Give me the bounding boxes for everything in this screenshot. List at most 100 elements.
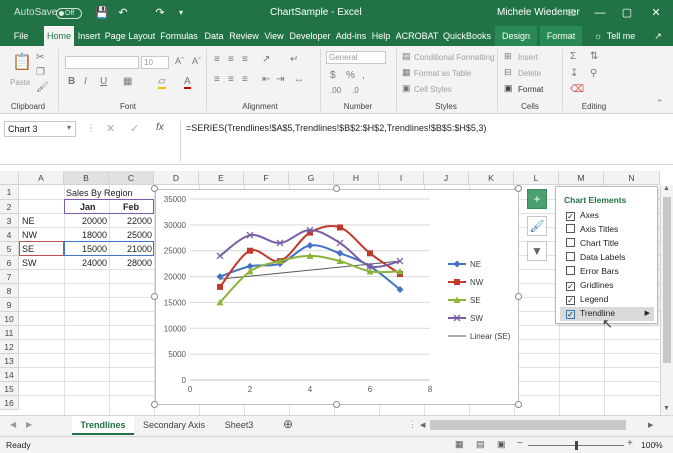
row-header-9[interactable]: 9 xyxy=(0,298,19,312)
accounting-format-icon[interactable]: $ xyxy=(330,70,336,81)
chart-elements-button[interactable]: + xyxy=(527,189,547,209)
column-header-l[interactable]: L xyxy=(514,171,559,185)
checkbox-icon[interactable] xyxy=(566,266,575,275)
tab-view[interactable]: View xyxy=(262,26,286,46)
row-header-12[interactable]: 12 xyxy=(0,340,19,354)
cancel-entry-icon[interactable]: ✕ xyxy=(106,122,115,135)
checkbox-icon[interactable] xyxy=(566,252,575,261)
sheet-tab-sheet3[interactable]: Sheet3 xyxy=(218,416,260,435)
checkbox-icon[interactable]: ✓ xyxy=(566,282,575,291)
row-header-16[interactable]: 16 xyxy=(0,396,19,410)
column-header-m[interactable]: M xyxy=(559,171,604,185)
sheet-title[interactable]: Sales By Region xyxy=(66,186,133,200)
zoom-in-icon[interactable]: + xyxy=(627,438,633,449)
row-header-10[interactable]: 10 xyxy=(0,312,19,326)
number-format-box[interactable]: General xyxy=(326,51,386,64)
wrap-text-icon[interactable]: ↵ xyxy=(290,54,298,65)
tab-split-handle-icon[interactable]: ⋮ xyxy=(408,419,417,430)
orientation-icon[interactable]: ↗ xyxy=(262,54,270,65)
prev-sheet-icon[interactable]: ◀ xyxy=(10,420,16,429)
align-middle-icon[interactable]: ≡ xyxy=(228,54,234,65)
tell-me-search[interactable]: Tell me xyxy=(604,26,638,46)
tab-acrobat[interactable]: ACROBAT xyxy=(394,26,440,46)
tab-file[interactable]: File xyxy=(6,26,36,46)
ribbon-display-icon[interactable]: □ xyxy=(562,4,582,22)
option-legend[interactable]: ✓ Legend xyxy=(566,294,608,305)
row-header-1[interactable]: 1 xyxy=(0,185,19,200)
zoom-out-icon[interactable]: − xyxy=(517,438,523,449)
value-ne-jan[interactable]: 20000 xyxy=(82,214,107,228)
font-name-box[interactable] xyxy=(65,56,139,69)
increase-indent-icon[interactable]: ⇥ xyxy=(276,74,284,85)
align-right-icon[interactable]: ≡ xyxy=(242,74,248,85)
value-ne-feb[interactable]: 22000 xyxy=(127,214,152,228)
vertical-scrollbar[interactable]: ▲ ▼ xyxy=(660,185,673,415)
tab-design[interactable]: Design xyxy=(495,26,537,46)
insert-function-icon[interactable]: fx xyxy=(156,122,164,133)
resize-handle[interactable] xyxy=(515,185,522,192)
save-icon[interactable]: 💾 xyxy=(92,4,112,22)
align-center-icon[interactable]: ≡ xyxy=(228,74,234,85)
column-header-h[interactable]: H xyxy=(334,171,379,185)
tab-add-ins[interactable]: Add-ins xyxy=(334,26,368,46)
undo-icon[interactable]: ↶ xyxy=(113,4,133,22)
format-painter-icon[interactable]: 🖌 xyxy=(36,82,49,93)
value-nw-jan[interactable]: 18000 xyxy=(82,228,107,242)
option-chart-title[interactable]: Chart Title xyxy=(566,238,619,248)
new-sheet-icon[interactable]: ⊕ xyxy=(283,417,293,431)
header-jan[interactable]: Jan xyxy=(80,200,96,214)
row-header-14[interactable]: 14 xyxy=(0,368,19,382)
next-sheet-icon[interactable]: ▶ xyxy=(26,420,32,429)
column-header-k[interactable]: K xyxy=(469,171,514,185)
name-box[interactable]: Chart 3 xyxy=(4,121,76,137)
region-sw[interactable]: SW xyxy=(22,256,37,270)
resize-handle[interactable] xyxy=(151,293,158,300)
decrease-indent-icon[interactable]: ⇤ xyxy=(262,74,270,85)
column-header-f[interactable]: F xyxy=(244,171,289,185)
resize-handle[interactable] xyxy=(151,401,158,408)
option-axes[interactable]: ✓ Axes xyxy=(566,210,599,221)
column-header-c[interactable]: C xyxy=(109,171,154,185)
option-data-labels[interactable]: Data Labels xyxy=(566,252,625,262)
align-top-icon[interactable]: ≡ xyxy=(214,54,220,65)
conditional-formatting-button[interactable]: Conditional Formatting xyxy=(414,53,494,62)
column-header-j[interactable]: J xyxy=(424,171,469,185)
bold-icon[interactable]: B xyxy=(68,76,75,87)
clear-icon[interactable]: ⌫ xyxy=(570,84,584,95)
column-header-i[interactable]: I xyxy=(379,171,424,185)
row-header-15[interactable]: 15 xyxy=(0,382,19,396)
row-header-4[interactable]: 4 xyxy=(0,228,19,242)
horizontal-scroll-thumb[interactable] xyxy=(430,420,626,430)
paste-icon[interactable]: 📋 xyxy=(12,52,32,72)
option-axis-titles[interactable]: Axis Titles xyxy=(566,224,618,234)
share-icon[interactable]: ↗ xyxy=(650,26,666,46)
autosave-toggle[interactable]: Off xyxy=(56,8,82,19)
tab-data[interactable]: Data xyxy=(202,26,226,46)
grow-font-icon[interactable]: Aˆ xyxy=(175,56,184,66)
autosum-icon[interactable]: Σ xyxy=(570,51,576,62)
resize-handle[interactable] xyxy=(333,185,340,192)
column-header-a[interactable]: A xyxy=(19,171,64,185)
tab-developer[interactable]: Developer xyxy=(288,26,332,46)
font-size-box[interactable]: 10 xyxy=(141,56,169,69)
zoom-level[interactable]: 100% xyxy=(641,440,663,450)
scroll-up-icon[interactable]: ▲ xyxy=(663,185,670,192)
paste-label[interactable]: Paste xyxy=(10,78,30,87)
row-header-11[interactable]: 11 xyxy=(0,326,19,340)
option-gridlines[interactable]: ✓ Gridlines xyxy=(566,280,614,291)
column-header-b[interactable]: B xyxy=(64,171,109,185)
merge-center-icon[interactable]: ↔ xyxy=(294,74,304,85)
column-header-n[interactable]: N xyxy=(604,171,660,185)
delete-cells-button[interactable]: Delete xyxy=(518,69,541,78)
format-cells-button[interactable]: Format xyxy=(518,85,543,94)
customize-qat-icon[interactable]: ▾ xyxy=(171,4,191,22)
collapse-ribbon-icon[interactable]: ⌃ xyxy=(656,98,664,109)
find-select-icon[interactable]: ⚲ xyxy=(590,68,597,79)
chart-styles-button[interactable]: 🖌 xyxy=(527,216,547,236)
tab-page-layout[interactable]: Page Layout xyxy=(104,26,156,46)
tab-formulas[interactable]: Formulas xyxy=(158,26,200,46)
borders-icon[interactable]: ▦ xyxy=(123,76,132,87)
sheet-tab-trendlines[interactable]: Trendlines xyxy=(72,416,134,435)
tab-home[interactable]: Home xyxy=(44,26,74,46)
lightbulb-icon[interactable]: ☼ xyxy=(592,26,604,46)
